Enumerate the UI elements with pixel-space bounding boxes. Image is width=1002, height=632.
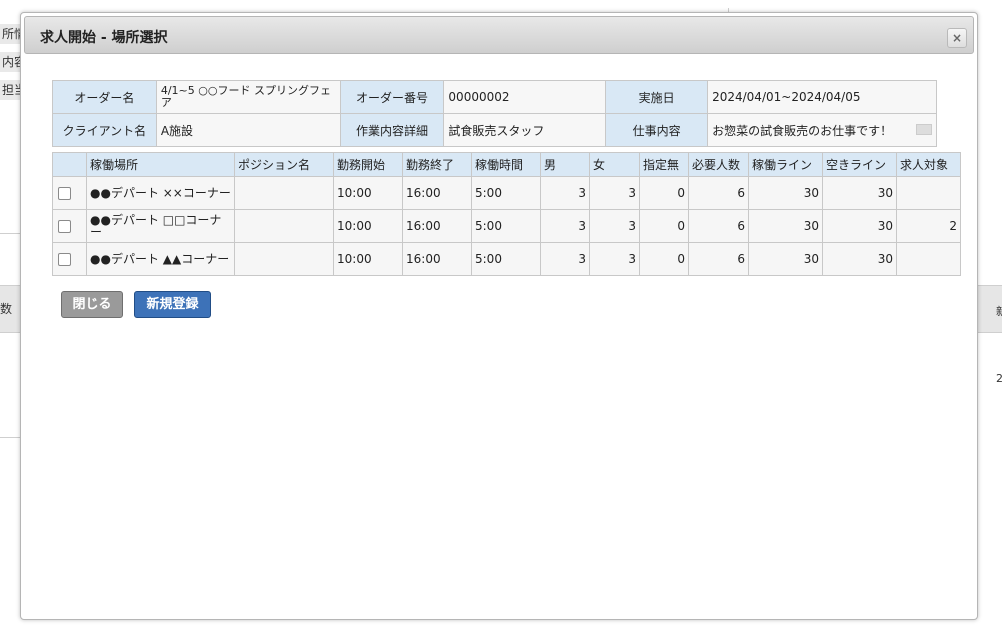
header-any: 指定無 <box>639 152 689 177</box>
any-cell: 0 <box>639 242 689 276</box>
required-cell: 6 <box>688 242 749 276</box>
date-value: 2024/04/01~2024/04/05 <box>707 80 937 114</box>
order-number-value: 00000002 <box>443 80 607 114</box>
male-cell: 3 <box>540 176 590 210</box>
close-button[interactable]: 閉じる <box>61 291 123 318</box>
hours-cell: 5:00 <box>471 209 541 243</box>
line-cell: 30 <box>748 242 823 276</box>
position-cell <box>234 176 334 210</box>
header-end: 勤務終了 <box>402 152 472 177</box>
header-required: 必要人数 <box>688 152 749 177</box>
female-cell: 3 <box>589 209 640 243</box>
table-row[interactable]: ●●デパート ▲▲コーナー 10:00 16:00 5:00 3 3 0 6 3… <box>52 242 961 276</box>
end-cell: 16:00 <box>402 242 472 276</box>
location-grid: 稼働場所 ポジション名 勤務開始 勤務終了 稼働時間 男 女 指定無 必要人数 … <box>52 152 961 276</box>
dialog-titlebar[interactable]: 求人開始 - 場所選択 × <box>24 16 974 54</box>
order-number-label: オーダー番号 <box>339 80 445 114</box>
header-free: 空きライン <box>822 152 897 177</box>
start-cell: 10:00 <box>333 242 403 276</box>
position-cell <box>234 209 334 243</box>
resize-handle-icon[interactable] <box>916 123 932 135</box>
end-cell: 16:00 <box>402 176 472 210</box>
free-cell: 30 <box>822 242 897 276</box>
table-row[interactable]: ●●デパート ××コーナー 10:00 16:00 5:00 3 3 0 6 3… <box>52 176 961 210</box>
work-detail-value: 試食販売スタッフ <box>443 113 607 147</box>
header-select <box>52 152 87 177</box>
job-description-field[interactable]: お惣菜の試食販売のお仕事です！ <box>707 113 937 147</box>
male-cell: 3 <box>540 209 590 243</box>
place-cell: ●●デパート ××コーナー <box>86 176 235 210</box>
row-checkbox[interactable] <box>58 220 71 233</box>
row-select-cell <box>52 209 87 243</box>
target-cell <box>896 242 961 276</box>
free-cell: 30 <box>822 209 897 243</box>
grid-header-row: 稼働場所 ポジション名 勤務開始 勤務終了 稼働時間 男 女 指定無 必要人数 … <box>52 152 961 177</box>
line-cell: 30 <box>748 176 823 210</box>
female-cell: 3 <box>589 176 640 210</box>
any-cell: 0 <box>639 209 689 243</box>
end-cell: 16:00 <box>402 209 472 243</box>
header-target: 求人対象 <box>896 152 961 177</box>
job-description-text: お惣菜の試食販売のお仕事です！ <box>712 123 893 138</box>
header-hours: 稼働時間 <box>471 152 541 177</box>
male-cell: 3 <box>540 242 590 276</box>
date-label: 実施日 <box>605 80 709 114</box>
order-name-label: オーダー名 <box>52 80 157 114</box>
order-info-table: オーダー名 4/1~5 ○○フード スプリングフェア オーダー番号 000000… <box>52 80 937 147</box>
hours-cell: 5:00 <box>471 176 541 210</box>
line-cell: 30 <box>748 209 823 243</box>
header-female: 女 <box>589 152 640 177</box>
position-cell <box>234 242 334 276</box>
job-start-dialog: 求人開始 - 場所選択 × オーダー名 4/1~5 ○○フード スプリングフェア… <box>20 12 978 620</box>
dialog-title: 求人開始 - 場所選択 <box>40 30 168 46</box>
header-male: 男 <box>540 152 590 177</box>
hours-cell: 5:00 <box>471 242 541 276</box>
bg-right-value: 2 <box>996 372 1002 385</box>
close-icon[interactable]: × <box>947 28 967 48</box>
work-detail-label: 作業内容詳細 <box>339 113 445 147</box>
header-place: 稼働場所 <box>86 152 235 177</box>
bg-band-label-left: 数 <box>0 302 13 316</box>
row-select-cell <box>52 242 87 276</box>
row-checkbox[interactable] <box>58 253 71 266</box>
start-cell: 10:00 <box>333 176 403 210</box>
table-row[interactable]: ●●デパート □□コーナー 10:00 16:00 5:00 3 3 0 6 3… <box>52 209 961 243</box>
start-cell: 10:00 <box>333 209 403 243</box>
bg-band-label-right: 新 <box>996 305 1002 318</box>
any-cell: 0 <box>639 176 689 210</box>
order-name-value: 4/1~5 ○○フード スプリングフェア <box>155 80 341 114</box>
client-value: A施設 <box>155 113 341 147</box>
free-cell: 30 <box>822 176 897 210</box>
target-cell <box>896 176 961 210</box>
row-checkbox[interactable] <box>58 187 71 200</box>
target-cell: 2 <box>896 209 961 243</box>
required-cell: 6 <box>688 176 749 210</box>
female-cell: 3 <box>589 242 640 276</box>
header-line: 稼働ライン <box>748 152 823 177</box>
place-cell: ●●デパート □□コーナー <box>86 209 235 243</box>
background-right-panel: 新 2 <box>976 0 1002 632</box>
row-select-cell <box>52 176 87 210</box>
header-start: 勤務開始 <box>333 152 403 177</box>
place-cell: ●●デパート ▲▲コーナー <box>86 242 235 276</box>
job-description-label: 仕事内容 <box>605 113 709 147</box>
new-registration-button[interactable]: 新規登録 <box>134 291 211 318</box>
client-label: クライアント名 <box>52 113 157 147</box>
header-position: ポジション名 <box>234 152 334 177</box>
required-cell: 6 <box>688 209 749 243</box>
